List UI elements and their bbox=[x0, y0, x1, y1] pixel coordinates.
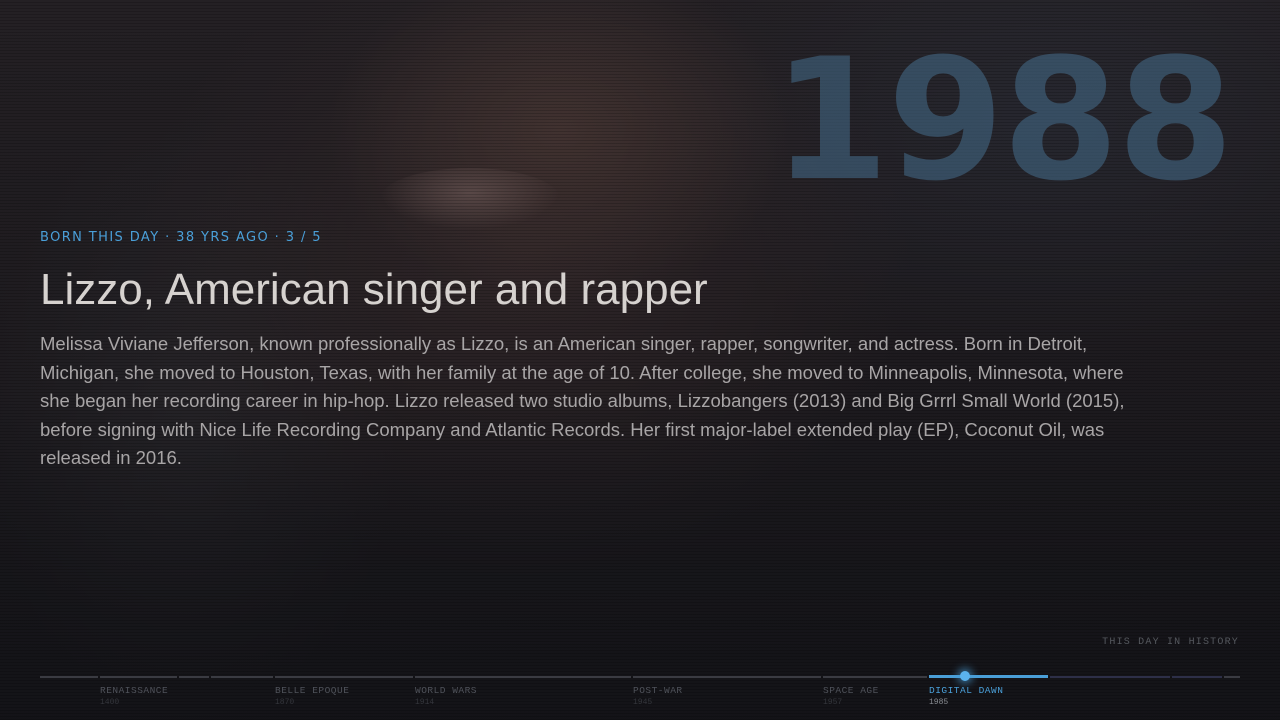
era-year: 1914 bbox=[415, 698, 435, 707]
era-renaissance[interactable]: RENAISSANCE 1400 bbox=[100, 685, 168, 709]
era-space-age[interactable]: SPACE AGE 1957 bbox=[823, 685, 879, 709]
article-description: Melissa Viviane Jefferson, known profess… bbox=[40, 333, 1125, 469]
era-name: POST-WAR bbox=[633, 685, 683, 696]
era-year: 1945 bbox=[633, 698, 653, 707]
era-belle-epoque[interactable]: BELLE EPOQUE 1870 bbox=[275, 685, 349, 709]
article-title: Lizzo, American singer and rapper bbox=[40, 265, 708, 314]
timeline-current-marker[interactable] bbox=[960, 671, 970, 681]
timeline-segment bbox=[275, 676, 413, 678]
timeline-segment bbox=[211, 676, 273, 678]
era-timeline[interactable]: RENAISSANCE 1400 BELLE EPOQUE 1870 WORLD… bbox=[40, 671, 1240, 714]
article-content: BORN THIS DAY · 38 YRS AGO · 3 / 5 Lizzo… bbox=[40, 230, 1130, 473]
timeline-segment bbox=[1050, 676, 1170, 678]
portrait-highlight bbox=[380, 168, 560, 230]
era-year: 1870 bbox=[275, 698, 295, 707]
brand-label: THIS DAY IN HISTORY bbox=[1102, 637, 1239, 648]
era-year: 1957 bbox=[823, 698, 843, 707]
era-name: SPACE AGE bbox=[823, 685, 879, 696]
era-name: WORLD WARS bbox=[415, 685, 478, 696]
era-year: 1985 bbox=[929, 698, 949, 707]
timeline-segment bbox=[40, 676, 98, 678]
timeline-segment bbox=[633, 676, 821, 678]
timeline-segment bbox=[1224, 676, 1240, 678]
kicker-label: BORN THIS DAY · 38 YRS AGO · 3 / 5 bbox=[40, 230, 322, 245]
timeline-segment bbox=[179, 676, 209, 678]
hero-year: 1988 bbox=[772, 22, 1234, 218]
timeline-segment bbox=[415, 676, 631, 678]
timeline-segment bbox=[100, 676, 177, 678]
era-digital-dawn[interactable]: DIGITAL DAWN 1985 bbox=[929, 685, 1003, 709]
era-name: RENAISSANCE bbox=[100, 685, 169, 696]
era-world-wars[interactable]: WORLD WARS 1914 bbox=[415, 685, 477, 709]
timeline-segment bbox=[1172, 676, 1222, 678]
timeline-segment-active bbox=[929, 675, 1048, 678]
era-name: BELLE EPOQUE bbox=[275, 685, 350, 696]
era-post-war[interactable]: POST-WAR 1945 bbox=[633, 685, 683, 709]
era-name: DIGITAL DAWN bbox=[929, 685, 1004, 696]
timeline-segment bbox=[823, 676, 927, 678]
era-year: 1400 bbox=[100, 698, 120, 707]
